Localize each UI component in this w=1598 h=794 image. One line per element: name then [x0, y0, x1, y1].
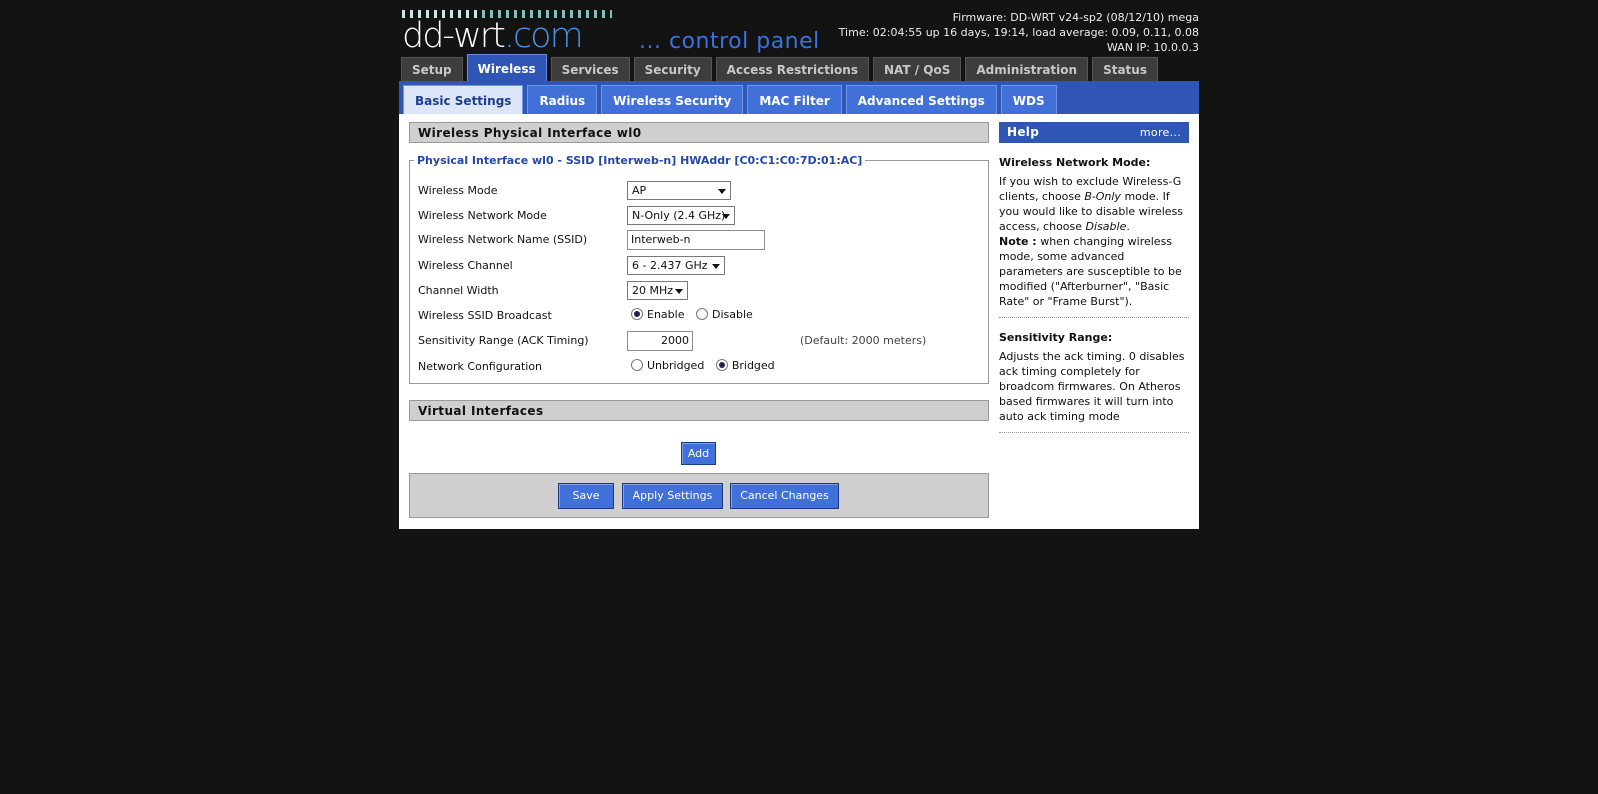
- wireless-mode-select[interactable]: AP: [627, 181, 731, 200]
- ssid-label: Wireless Network Name (SSID): [418, 233, 588, 246]
- row-channel: Wireless Channel 6 - 2.437 GHz: [418, 256, 983, 278]
- main-panel: Wireless Physical Interface wl0 Physical…: [409, 122, 989, 518]
- sensitivity-label: Sensitivity Range (ACK Timing): [418, 334, 589, 347]
- interface-legend: Physical Interface wl0 - SSID [Interweb-…: [417, 154, 863, 167]
- channel-value: 6 - 2.437 GHz: [632, 259, 708, 272]
- row-ssid-broadcast: Wireless SSID Broadcast Enable Disable: [418, 306, 983, 328]
- bridged-label: Bridged: [731, 359, 775, 372]
- channel-width-value: 20 MHz: [632, 284, 674, 297]
- disable-label: Disable: [711, 308, 753, 321]
- chevron-down-icon: [675, 289, 683, 294]
- action-bar: Save Apply Settings Cancel Changes: [409, 473, 989, 518]
- tab-setup[interactable]: Setup: [401, 57, 463, 81]
- help-sensitivity: Sensitivity Range: Adjusts the ack timin…: [999, 330, 1189, 433]
- control-panel-title: ... control panel: [639, 29, 820, 54]
- row-network-mode: Wireless Network Mode N-Only (2.4 GHz): [418, 206, 983, 228]
- chevron-down-icon: [712, 264, 720, 269]
- tab-wireless[interactable]: Wireless: [466, 54, 547, 81]
- unbridged-label: Unbridged: [647, 359, 705, 372]
- logo-suffix: .com: [503, 16, 584, 56]
- help-mode-title: Wireless Network Mode:: [999, 156, 1151, 169]
- ssid-broadcast-options: Enable Disable: [631, 308, 761, 321]
- tab-nat-qos[interactable]: NAT / QoS: [872, 57, 962, 81]
- header: dd-wrt.com ... control panel Firmware: D…: [399, 0, 1199, 57]
- sensitivity-input[interactable]: 2000: [627, 331, 693, 351]
- help-mode-text: If you wish to exclude Wireless-G client…: [999, 174, 1189, 234]
- subtab-radius[interactable]: Radius: [527, 85, 598, 114]
- row-ssid: Wireless Network Name (SSID) Interweb-n: [418, 230, 983, 252]
- row-network-config: Network Configuration Unbridged Bridged: [418, 357, 983, 379]
- section-title: Wireless Physical Interface wl0: [409, 122, 989, 143]
- main-tabs: Setup Wireless Services Security Access …: [401, 54, 1162, 81]
- network-mode-label: Wireless Network Mode: [418, 209, 547, 222]
- page-wrapper: dd-wrt.com ... control panel Firmware: D…: [399, 0, 1199, 529]
- uptime-text: Time: 02:04:55 up 16 days, 19:14, load a…: [838, 26, 1199, 39]
- ssid-input[interactable]: Interweb-n: [627, 230, 765, 250]
- help-mode-text-b: B-Only: [1084, 190, 1121, 203]
- row-channel-width: Channel Width 20 MHz: [418, 281, 983, 303]
- tab-status[interactable]: Status: [1092, 57, 1158, 81]
- unbridged-radio[interactable]: [631, 359, 643, 371]
- virtual-interfaces-title: Virtual Interfaces: [409, 400, 989, 421]
- tab-administration[interactable]: Administration: [965, 57, 1089, 81]
- add-button[interactable]: Add: [681, 442, 716, 465]
- channel-select[interactable]: 6 - 2.437 GHz: [627, 256, 725, 275]
- help-header: Help more...: [999, 122, 1189, 143]
- subtab-wds[interactable]: WDS: [1000, 85, 1057, 114]
- help-note: Note : when changing wireless mode, some…: [999, 234, 1189, 309]
- cancel-changes-button[interactable]: Cancel Changes: [730, 483, 839, 509]
- ssid-broadcast-label: Wireless SSID Broadcast: [418, 309, 552, 322]
- tab-security[interactable]: Security: [633, 57, 712, 81]
- help-panel: Help more... Wireless Network Mode: If y…: [999, 122, 1189, 433]
- network-mode-select[interactable]: N-Only (2.4 GHz): [627, 206, 735, 225]
- network-config-label: Network Configuration: [418, 360, 543, 373]
- bridged-radio[interactable]: [715, 359, 728, 371]
- apply-settings-button[interactable]: Apply Settings: [622, 483, 723, 509]
- channel-width-label: Channel Width: [418, 284, 499, 297]
- help-wireless-mode: Wireless Network Mode: If you wish to ex…: [999, 155, 1189, 318]
- wan-ip-text: WAN IP: 10.0.0.3: [1106, 41, 1199, 54]
- enable-label: Enable: [647, 308, 685, 321]
- help-mode-text-d: Disable: [1085, 220, 1127, 233]
- help-mode-text-e: .: [1126, 220, 1130, 233]
- wireless-mode-value: AP: [632, 184, 647, 197]
- subtab-mac-filter[interactable]: MAC Filter: [747, 85, 842, 114]
- channel-label: Wireless Channel: [418, 259, 513, 272]
- content-area: Wireless Physical Interface wl0 Physical…: [399, 114, 1199, 529]
- tab-access-restrictions[interactable]: Access Restrictions: [715, 57, 869, 81]
- save-button[interactable]: Save: [558, 483, 614, 509]
- physical-interface-fieldset: Physical Interface wl0 - SSID [Interweb-…: [409, 154, 989, 384]
- network-mode-value: N-Only (2.4 GHz): [632, 209, 726, 222]
- wireless-mode-label: Wireless Mode: [418, 184, 498, 197]
- subtab-bar: Basic Settings Radius Wireless Security …: [399, 81, 1199, 114]
- help-more-link[interactable]: more...: [1140, 122, 1181, 143]
- enable-radio[interactable]: [631, 308, 643, 320]
- help-note-label: Note :: [999, 235, 1037, 248]
- help-sens-title: Sensitivity Range:: [999, 331, 1113, 344]
- help-title: Help: [1007, 125, 1040, 139]
- row-sensitivity: Sensitivity Range (ACK Timing) 2000 (Def…: [418, 331, 983, 353]
- subtab-basic-settings[interactable]: Basic Settings: [403, 85, 524, 114]
- dd-wrt-logo[interactable]: dd-wrt.com: [402, 10, 622, 56]
- chevron-down-icon: [718, 189, 726, 194]
- disable-radio[interactable]: [695, 308, 708, 320]
- subtab-advanced-settings[interactable]: Advanced Settings: [845, 85, 997, 114]
- subtab-wireless-security[interactable]: Wireless Security: [601, 85, 744, 114]
- network-config-options: Unbridged Bridged: [631, 359, 783, 372]
- logo-name: dd-wrt: [402, 16, 506, 56]
- channel-width-select[interactable]: 20 MHz: [627, 281, 688, 300]
- firmware-text: Firmware: DD-WRT v24-sp2 (08/12/10) mega: [952, 11, 1199, 24]
- help-sens-text: Adjusts the ack timing. 0 disables ack t…: [999, 350, 1185, 423]
- sub-tabs: Basic Settings Radius Wireless Security …: [403, 85, 1061, 114]
- chevron-down-icon: [722, 214, 730, 219]
- tab-services[interactable]: Services: [550, 57, 630, 81]
- router-info: Firmware: DD-WRT v24-sp2 (08/12/10) mega…: [839, 10, 1199, 55]
- logo-text: dd-wrt.com: [402, 16, 584, 56]
- sensitivity-default: (Default: 2000 meters): [800, 334, 927, 347]
- row-wireless-mode: Wireless Mode AP: [418, 181, 983, 203]
